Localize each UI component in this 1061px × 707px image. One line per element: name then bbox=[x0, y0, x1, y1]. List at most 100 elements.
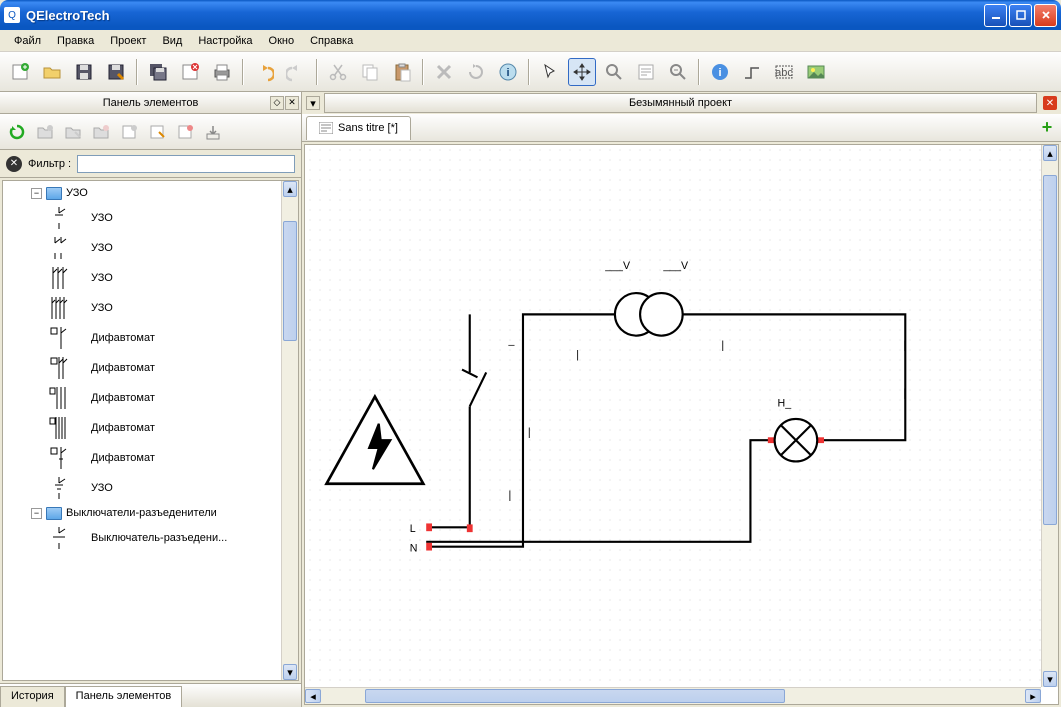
sheet-tabbar: Sans titre [*] + bbox=[302, 114, 1061, 142]
filter-input[interactable] bbox=[77, 155, 295, 173]
window-titlebar: Q QElectroTech bbox=[0, 0, 1061, 30]
import-element-button[interactable] bbox=[200, 119, 226, 145]
panel-close-button[interactable]: ✕ bbox=[285, 96, 299, 110]
tree-group[interactable]: −УЗО bbox=[3, 183, 298, 203]
panel-title: Панель элементов ◇ ✕ bbox=[0, 92, 301, 114]
schematic-canvas[interactable]: L N ___V ___V H_ _ | | | | | | bbox=[305, 145, 1041, 687]
tree-item[interactable]: УЗО bbox=[3, 263, 298, 293]
minimize-button[interactable] bbox=[984, 4, 1007, 27]
svg-text:|: | bbox=[508, 489, 511, 501]
scroll-thumb-v[interactable] bbox=[1043, 175, 1057, 525]
sheet-tab[interactable]: Sans titre [*] bbox=[306, 116, 411, 140]
text-frame-tool[interactable]: abc bbox=[770, 58, 798, 86]
new-project-button[interactable] bbox=[6, 58, 34, 86]
info-button[interactable]: i bbox=[494, 58, 522, 86]
save-as-button[interactable] bbox=[102, 58, 130, 86]
close-project-button[interactable] bbox=[176, 58, 204, 86]
app-icon: Q bbox=[4, 7, 20, 23]
tab-elements[interactable]: Панель элементов bbox=[65, 686, 183, 707]
menu-project[interactable]: Проект bbox=[102, 33, 154, 49]
canvas-area: ▾ Безымянный проект ✕ Sans titre [*] + bbox=[302, 92, 1061, 707]
tree-item[interactable]: Дифавтомат bbox=[3, 413, 298, 443]
canvas-h-scrollbar[interactable]: ◂ ▸ bbox=[305, 687, 1041, 704]
tree-item[interactable]: Выключатель-разъедени... bbox=[3, 523, 298, 553]
elements-panel: Панель элементов ◇ ✕ ✕ Фильтр : −УЗОУЗОУ… bbox=[0, 92, 302, 707]
delete-button[interactable] bbox=[430, 58, 458, 86]
scroll-right-icon[interactable]: ▸ bbox=[1025, 689, 1041, 703]
edit-element-button[interactable] bbox=[144, 119, 170, 145]
menu-settings[interactable]: Настройка bbox=[190, 33, 260, 49]
main-toolbar: i i abc bbox=[0, 52, 1061, 92]
scroll-up-icon[interactable]: ▴ bbox=[1043, 145, 1057, 161]
open-button[interactable] bbox=[38, 58, 66, 86]
tree-item[interactable]: УЗО bbox=[3, 203, 298, 233]
svg-text:H_: H_ bbox=[778, 397, 793, 409]
copy-button[interactable] bbox=[356, 58, 384, 86]
redo-button[interactable] bbox=[282, 58, 310, 86]
tree-item[interactable]: УЗО bbox=[3, 473, 298, 503]
project-tab[interactable]: Безымянный проект bbox=[324, 93, 1037, 113]
schematic-drawing: L N ___V ___V H_ _ | | | | | | bbox=[305, 145, 1041, 687]
menu-edit[interactable]: Правка bbox=[49, 33, 102, 49]
svg-text:L: L bbox=[410, 523, 416, 535]
props-tool[interactable] bbox=[632, 58, 660, 86]
tree-item[interactable]: Дифавтомат bbox=[3, 383, 298, 413]
tree-item[interactable]: УЗО bbox=[3, 233, 298, 263]
cut-button[interactable] bbox=[324, 58, 352, 86]
tree-item[interactable]: Дифавтомат bbox=[3, 353, 298, 383]
close-button[interactable] bbox=[1034, 4, 1057, 27]
scroll-thumb-h[interactable] bbox=[365, 689, 785, 703]
zoom-tool[interactable] bbox=[600, 58, 628, 86]
filter-bar: ✕ Фильтр : bbox=[0, 150, 301, 178]
pointer-tool[interactable] bbox=[536, 58, 564, 86]
rotate-button[interactable] bbox=[462, 58, 490, 86]
new-category-button[interactable] bbox=[32, 119, 58, 145]
tree-item[interactable]: Дифавтомат bbox=[3, 443, 298, 473]
image-tool[interactable] bbox=[802, 58, 830, 86]
panel-float-button[interactable]: ◇ bbox=[270, 96, 284, 110]
panel-tabs: История Панель элементов bbox=[0, 683, 301, 707]
delete-category-button[interactable] bbox=[88, 119, 114, 145]
elements-tree[interactable]: −УЗОУЗОУЗОУЗОУЗОДифавтоматДифавтоматДифа… bbox=[2, 180, 299, 681]
clear-filter-icon[interactable]: ✕ bbox=[6, 156, 22, 172]
tree-group[interactable]: −Выключатели-разъеденители bbox=[3, 503, 298, 523]
svg-text:|: | bbox=[576, 349, 579, 361]
zoom-fit-tool[interactable] bbox=[664, 58, 692, 86]
canvas-wrap: L N ___V ___V H_ _ | | | | | | bbox=[304, 144, 1059, 705]
scroll-up-icon[interactable]: ▴ bbox=[283, 181, 297, 197]
undo-button[interactable] bbox=[250, 58, 278, 86]
wire-tool[interactable] bbox=[738, 58, 766, 86]
delete-element-button[interactable] bbox=[172, 119, 198, 145]
menu-file[interactable]: Файл bbox=[6, 33, 49, 49]
reload-button[interactable] bbox=[4, 119, 30, 145]
filter-label: Фильтр : bbox=[28, 158, 71, 170]
edit-category-button[interactable] bbox=[60, 119, 86, 145]
scroll-left-icon[interactable]: ◂ bbox=[305, 689, 321, 703]
canvas-v-scrollbar[interactable]: ▴ ▾ bbox=[1041, 145, 1058, 687]
project-minimize-icon[interactable]: ▾ bbox=[306, 96, 320, 110]
add-sheet-button[interactable]: + bbox=[1037, 118, 1057, 138]
svg-text:_: _ bbox=[507, 334, 515, 346]
about-button[interactable]: i bbox=[706, 58, 734, 86]
move-tool[interactable] bbox=[568, 58, 596, 86]
scroll-down-icon[interactable]: ▾ bbox=[283, 664, 297, 680]
menu-help[interactable]: Справка bbox=[302, 33, 361, 49]
menu-window[interactable]: Окно bbox=[261, 33, 303, 49]
scroll-thumb[interactable] bbox=[283, 221, 297, 341]
save-all-button[interactable] bbox=[144, 58, 172, 86]
svg-text:|: | bbox=[903, 339, 906, 351]
print-button[interactable] bbox=[208, 58, 236, 86]
menu-view[interactable]: Вид bbox=[154, 33, 190, 49]
svg-text:|: | bbox=[903, 388, 906, 400]
scroll-down-icon[interactable]: ▾ bbox=[1043, 671, 1057, 687]
new-element-button[interactable] bbox=[116, 119, 142, 145]
paste-button[interactable] bbox=[388, 58, 416, 86]
project-close-button[interactable]: ✕ bbox=[1043, 96, 1057, 110]
menubar: Файл Правка Проект Вид Настройка Окно Сп… bbox=[0, 30, 1061, 52]
tree-item[interactable]: УЗО bbox=[3, 293, 298, 323]
tab-history[interactable]: История bbox=[0, 686, 65, 707]
tree-scrollbar[interactable]: ▴ ▾ bbox=[281, 181, 298, 680]
maximize-button[interactable] bbox=[1009, 4, 1032, 27]
save-button[interactable] bbox=[70, 58, 98, 86]
tree-item[interactable]: Дифавтомат bbox=[3, 323, 298, 353]
